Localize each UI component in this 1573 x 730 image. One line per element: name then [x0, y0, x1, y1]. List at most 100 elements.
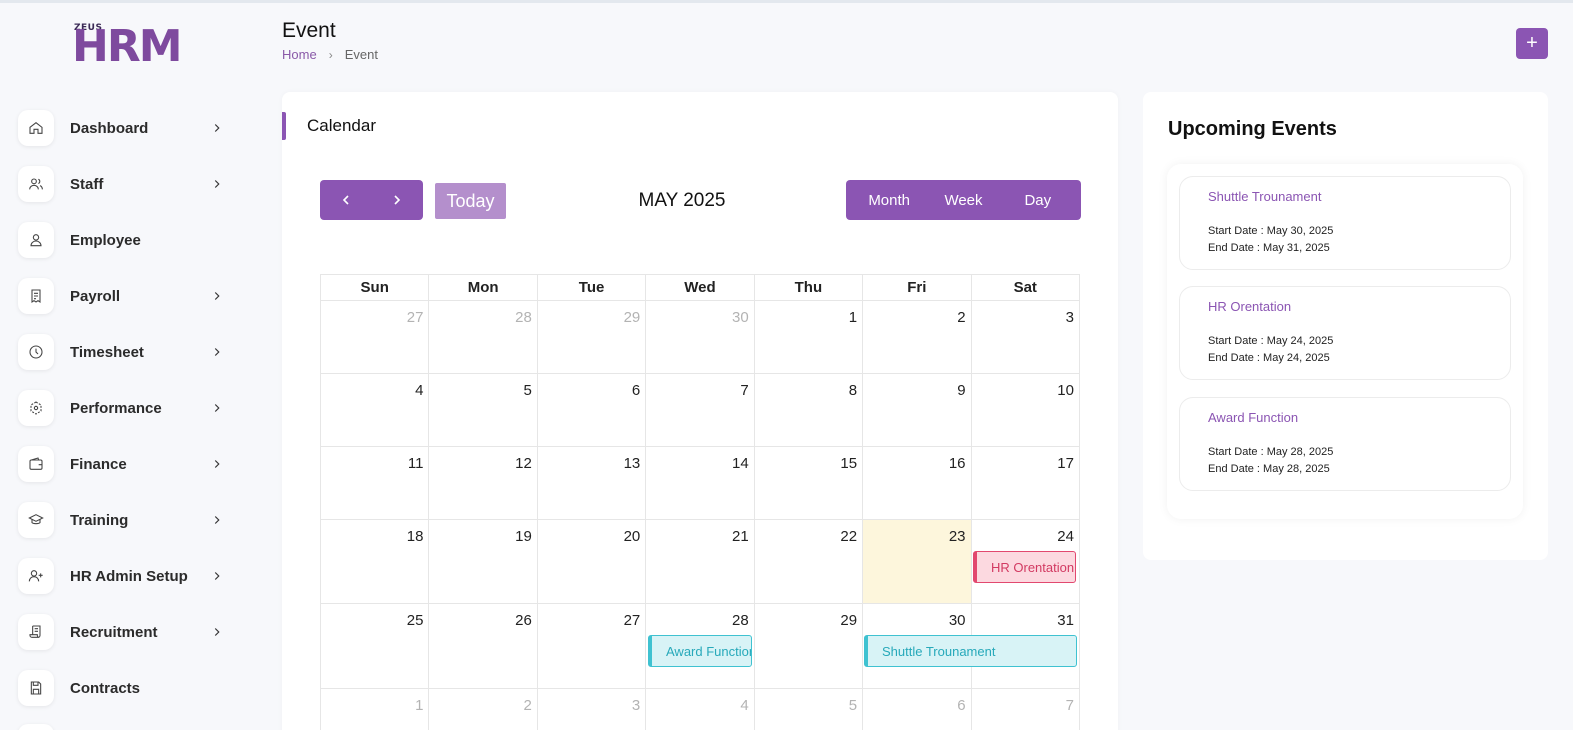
day-cell[interactable]: 6: [862, 689, 970, 730]
sidebar-item-dashboard[interactable]: Dashboard: [18, 109, 238, 147]
sidebar-item-finance[interactable]: Finance: [18, 445, 238, 483]
sidebar-item-contracts[interactable]: Contracts: [18, 669, 238, 707]
week-row: 27 28 29 30 1 2 3: [320, 300, 1080, 373]
day-cell[interactable]: 12: [428, 447, 536, 519]
day-cell[interactable]: 26: [428, 604, 536, 688]
breadcrumb-current: Event: [344, 47, 378, 62]
day-cell[interactable]: 27: [320, 301, 428, 373]
chevron-right-icon: [210, 401, 224, 415]
week-row: 11 12 13 14 15 16 17: [320, 446, 1080, 519]
sidebar-item-label: Payroll: [70, 287, 121, 305]
day-cell[interactable]: 8: [753, 374, 862, 446]
day-cell[interactable]: 28: [428, 301, 536, 373]
chevron-right-icon: [210, 345, 224, 359]
weekday-mon: Mon: [428, 275, 536, 300]
day-cell[interactable]: 10: [970, 374, 1080, 446]
sidebar-item-employee[interactable]: Employee: [18, 221, 238, 259]
add-event-button[interactable]: +: [1516, 28, 1548, 59]
upcoming-event-end: End Date : May 31, 2025: [1208, 242, 1330, 254]
weekday-header: Sun Mon Tue Wed Thu Fri Sat: [320, 274, 1080, 300]
day-cell[interactable]: 7: [970, 689, 1080, 730]
user-icon: [18, 222, 54, 258]
day-cell[interactable]: 6: [536, 374, 645, 446]
day-cell[interactable]: 1: [753, 301, 862, 373]
day-cell[interactable]: 2: [428, 689, 536, 730]
upcoming-event-item[interactable]: Award Function Start Date : May 28, 2025…: [1179, 397, 1511, 491]
sidebar-item-staff[interactable]: Staff: [18, 165, 238, 203]
day-cell[interactable]: 2: [862, 301, 970, 373]
sidebar-item-timesheet[interactable]: Timesheet: [18, 333, 238, 371]
prev-month-button[interactable]: [320, 180, 372, 220]
chevron-right-icon: [394, 195, 401, 205]
day-cell[interactable]: 9: [862, 374, 970, 446]
day-cell[interactable]: 13: [536, 447, 645, 519]
day-cell[interactable]: 29: [536, 301, 645, 373]
chevron-right-icon: [210, 177, 224, 191]
graduation-cap-icon: [18, 502, 54, 538]
day-cell[interactable]: 19: [428, 520, 536, 603]
day-cell[interactable]: 20: [536, 520, 645, 603]
today-button[interactable]: Today: [435, 183, 506, 219]
day-cell[interactable]: 4: [645, 689, 753, 730]
calendar-title: Calendar: [307, 116, 376, 135]
event-shuttle-trounament[interactable]: Shuttle Trounament: [864, 635, 1077, 667]
app-logo[interactable]: ZEUS HRM: [72, 23, 182, 71]
month-view-button[interactable]: Month: [852, 180, 926, 220]
day-cell[interactable]: 18: [320, 520, 428, 603]
upcoming-event-item[interactable]: Shuttle Trounament Start Date : May 30, …: [1179, 176, 1511, 270]
upcoming-event-start: Start Date : May 24, 2025: [1208, 335, 1334, 347]
day-cell[interactable]: 30: [645, 301, 753, 373]
day-cell[interactable]: 11: [320, 447, 428, 519]
partial-icon: [18, 724, 54, 730]
day-cell[interactable]: 4: [320, 374, 428, 446]
event-award-function[interactable]: Award Function: [648, 635, 752, 667]
calendar-nav-group: [320, 180, 423, 220]
day-cell[interactable]: 5: [428, 374, 536, 446]
event-hr-orentation[interactable]: HR Orentation: [973, 551, 1076, 583]
upcoming-event-start: Start Date : May 30, 2025: [1208, 225, 1334, 237]
sidebar-item-hr-admin-setup[interactable]: HR Admin Setup: [18, 557, 238, 595]
sidebar-item-performance[interactable]: Performance: [18, 389, 238, 427]
day-cell[interactable]: 5: [753, 689, 862, 730]
sidebar-item-partial[interactable]: [18, 723, 238, 730]
day-view-button[interactable]: Day: [1001, 180, 1075, 220]
day-cell[interactable]: 3: [970, 301, 1080, 373]
weekday-fri: Fri: [862, 275, 970, 300]
day-cell-today[interactable]: 23: [862, 520, 971, 603]
breadcrumb-home-link[interactable]: Home: [282, 47, 317, 62]
sidebar-item-payroll[interactable]: Payroll: [18, 277, 238, 315]
day-cell[interactable]: 7: [645, 374, 753, 446]
upcoming-events-card: Upcoming Events Shuttle Trounament Start…: [1143, 92, 1548, 560]
day-cell[interactable]: 14: [645, 447, 753, 519]
day-cell[interactable]: 16: [862, 447, 970, 519]
day-cell[interactable]: 1: [320, 689, 428, 730]
weekday-tue: Tue: [536, 275, 645, 300]
upcoming-event-item[interactable]: HR Orentation Start Date : May 24, 2025 …: [1179, 286, 1511, 380]
upcoming-event-end: End Date : May 24, 2025: [1208, 352, 1330, 364]
upcoming-events-list: Shuttle Trounament Start Date : May 30, …: [1167, 164, 1523, 519]
logo-big-text: HRM: [72, 21, 182, 72]
sidebar: ZEUS HRM Dashboard Staff Employee Payrol…: [0, 3, 250, 730]
day-cell[interactable]: 15: [753, 447, 862, 519]
next-month-button[interactable]: [372, 180, 424, 220]
day-cell[interactable]: 29: [753, 604, 862, 688]
page-title: Event: [282, 19, 336, 42]
day-cell[interactable]: 21: [645, 520, 753, 603]
sidebar-item-label: Employee: [70, 231, 141, 249]
chevron-right-icon: [210, 121, 224, 135]
weekday-sun: Sun: [320, 275, 428, 300]
performance-icon: [18, 390, 54, 426]
home-icon: [18, 110, 54, 146]
week-view-button[interactable]: Week: [926, 180, 1000, 220]
sidebar-item-training[interactable]: Training: [18, 501, 238, 539]
day-cell[interactable]: 22: [753, 520, 862, 603]
breadcrumb-separator: ›: [328, 47, 333, 62]
card-accent-bar: [282, 112, 286, 140]
day-cell[interactable]: 25: [320, 604, 428, 688]
day-cell[interactable]: 27: [536, 604, 645, 688]
weekday-sat: Sat: [970, 275, 1080, 300]
day-cell[interactable]: 3: [536, 689, 645, 730]
day-cell[interactable]: 17: [970, 447, 1080, 519]
breadcrumb: Home › Event: [282, 47, 378, 62]
sidebar-item-recruitment[interactable]: Recruitment: [18, 613, 238, 651]
